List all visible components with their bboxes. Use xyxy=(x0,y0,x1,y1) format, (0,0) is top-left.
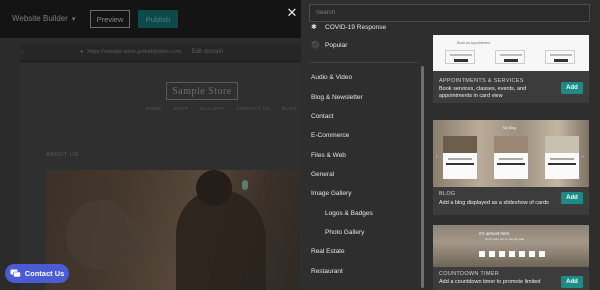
category-list: ✱ COVID-19 Response ⚫ Popular Audio & Vide… xyxy=(301,0,429,290)
category-scrollbar[interactable] xyxy=(421,66,424,288)
category-blog-newsletter[interactable]: Blog & Newsletter xyxy=(311,94,363,101)
blog-preview-image: My Blog ‹ › xyxy=(433,120,589,187)
section-card-countdown[interactable]: It's almost here Don't miss out on the b… xyxy=(433,225,589,290)
site-nav: HOME SHOP GALLERY CONTACT US BLOG xyxy=(146,106,297,111)
contact-us-button[interactable]: Contact Us xyxy=(5,264,69,283)
category-audio-video[interactable]: Audio & Video xyxy=(311,74,352,81)
card-description: Book services, classes, events, and appo… xyxy=(439,86,527,99)
countdown-preview-image: It's almost here Don't miss out on the b… xyxy=(433,225,589,267)
category-popular[interactable]: ⚫ Popular xyxy=(311,41,347,49)
home-icon[interactable]: ⌂ xyxy=(20,49,24,56)
subcategory-photo-gallery[interactable]: Photo Gallery xyxy=(325,229,364,236)
screen: Website Builder ▾ Preview Publish ⌂ ● ht… xyxy=(0,0,600,290)
add-section-panel: ✱ COVID-19 Response ⚫ Popular Audio & Vide… xyxy=(301,0,600,290)
chevron-right-icon: › xyxy=(582,154,584,160)
editor-toolbar: ⌂ ● https://sample-store.godaddysites.co… xyxy=(20,44,306,62)
category-covid-19-response[interactable]: ✱ COVID-19 Response xyxy=(311,23,386,31)
close-icon[interactable]: ✕ xyxy=(285,6,299,20)
card-description: Add a blog displayed as a slideshow of c… xyxy=(439,200,549,206)
chevron-left-icon: ‹ xyxy=(436,154,438,160)
site-nav-item[interactable]: CONTACT US xyxy=(236,106,270,111)
brand-menu[interactable]: Website Builder ▾ xyxy=(12,14,75,23)
card-title: APPOINTMENTS & SERVICES xyxy=(439,78,524,84)
site-url-bar: ● https://sample-store.godaddysites.com … xyxy=(80,49,223,55)
about-section-label: ABOUT US xyxy=(46,152,79,158)
section-card-blog[interactable]: My Blog ‹ › BLOG Add a blog displayed as… xyxy=(433,120,589,215)
site-nav-item[interactable]: SHOP xyxy=(174,106,189,111)
site-nav-item[interactable]: GALLERY xyxy=(200,106,224,111)
category-real-estate[interactable]: Real Estate xyxy=(311,248,345,255)
brand-label: Website Builder xyxy=(12,14,68,23)
chevron-down-icon: ▾ xyxy=(71,15,76,23)
site-nav-item[interactable]: BLOG xyxy=(282,106,297,111)
add-blog-button[interactable]: Add xyxy=(561,192,583,204)
preview-button[interactable]: Preview xyxy=(90,10,130,28)
subcategory-logos-badges[interactable]: Logos & Badges xyxy=(325,210,373,217)
site-title[interactable]: Sample Store xyxy=(166,82,238,100)
card-title: COUNTDOWN TIMER xyxy=(439,271,500,277)
contact-us-label: Contact Us xyxy=(24,269,65,278)
edit-domain-link[interactable]: Edit domain xyxy=(191,49,223,55)
flame-icon: ⚫ xyxy=(311,42,320,49)
add-appointments-button[interactable]: Add xyxy=(561,82,583,94)
card-title: BLOG xyxy=(439,191,456,197)
about-hero-image xyxy=(46,170,300,290)
category-label: COVID-19 Response xyxy=(325,24,387,31)
category-general[interactable]: General xyxy=(311,171,334,178)
site-nav-item[interactable]: HOME xyxy=(146,106,162,111)
section-card-appointments[interactable]: Book an Appointment APPOINTMENTS & SERVI… xyxy=(433,35,589,103)
category-restaurant[interactable]: Restaurant xyxy=(311,268,343,275)
card-description: Add a countdown timer to promote limited xyxy=(439,279,541,285)
appointments-preview-image: Book an Appointment xyxy=(433,35,589,71)
category-files-web[interactable]: Files & Web xyxy=(311,152,346,159)
category-label: Popular xyxy=(325,42,348,49)
category-contact[interactable]: Contact xyxy=(311,113,333,120)
publish-button[interactable]: Publish xyxy=(138,10,178,28)
add-countdown-button[interactable]: Add xyxy=(561,276,583,288)
chat-icon xyxy=(10,269,21,278)
site-url: https://sample-store.godaddysites.com xyxy=(87,49,182,55)
divider xyxy=(309,62,419,63)
category-e-commerce[interactable]: E-Commerce xyxy=(311,132,349,139)
lock-icon: ● xyxy=(80,49,84,55)
covid-icon: ✱ xyxy=(311,24,317,31)
category-image-gallery[interactable]: Image Gallery xyxy=(311,190,351,197)
